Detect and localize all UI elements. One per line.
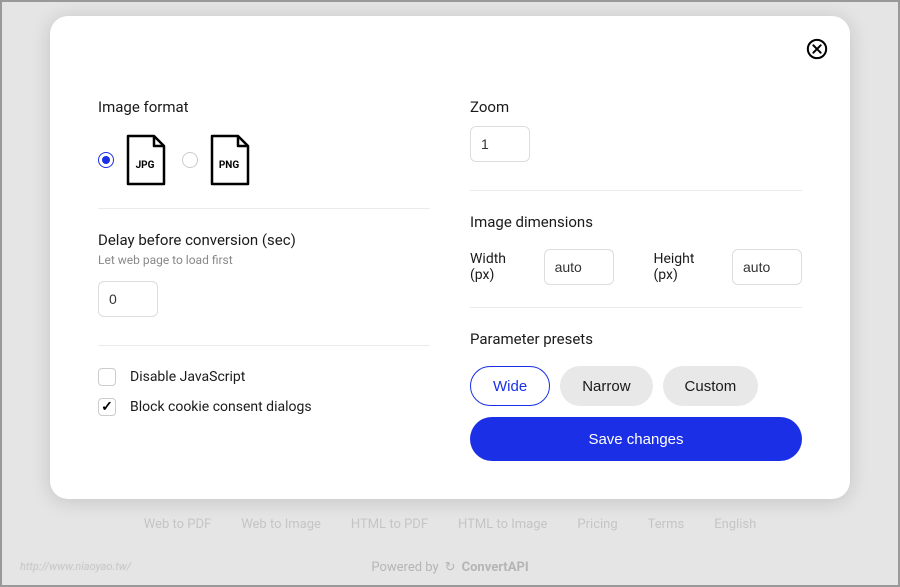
nav-link: Terms: [648, 517, 685, 532]
divider: [470, 190, 802, 191]
nav-link: Pricing: [577, 517, 617, 532]
delay-label: Delay before conversion (sec): [98, 231, 430, 249]
brand-label: ConvertAPI: [462, 560, 529, 575]
file-icon-png: PNG: [208, 134, 250, 186]
delay-input[interactable]: [98, 281, 158, 317]
radio-png[interactable]: [182, 152, 198, 168]
width-label: Width (px): [470, 251, 534, 283]
powered-label: Powered by: [371, 560, 438, 575]
disable-js-checkbox[interactable]: [98, 368, 116, 386]
dimensions-label: Image dimensions: [470, 213, 802, 231]
nav-link: English: [714, 517, 756, 532]
nav-link: Web to PDF: [144, 517, 211, 532]
watermark: http://www.niaoyao.tw/: [20, 560, 131, 573]
preset-custom-button[interactable]: Custom: [663, 366, 759, 406]
presets-label: Parameter presets: [470, 330, 802, 348]
image-format-label: Image format: [98, 98, 430, 116]
format-options: JPG PNG: [98, 134, 430, 186]
block-cookie-row: Block cookie consent dialogs: [98, 398, 430, 416]
preset-row: Wide Narrow Custom: [470, 366, 802, 406]
divider: [98, 208, 430, 209]
refresh-icon: ↻: [445, 560, 456, 575]
height-input[interactable]: [732, 249, 802, 285]
zoom-label: Zoom: [470, 98, 802, 116]
svg-text:JPG: JPG: [136, 160, 155, 171]
powered-by: Powered by ↻ ConvertAPI: [371, 560, 528, 575]
nav-link: HTML to PDF: [351, 517, 428, 532]
close-button[interactable]: [806, 38, 828, 60]
disable-js-label: Disable JavaScript: [130, 369, 245, 385]
block-cookie-label: Block cookie consent dialogs: [130, 399, 312, 415]
settings-modal: Image format JPG PNG Delay befor: [50, 16, 850, 499]
left-column: Image format JPG PNG Delay befor: [98, 56, 430, 461]
zoom-input[interactable]: [470, 126, 530, 162]
width-input[interactable]: [544, 249, 614, 285]
save-button[interactable]: Save changes: [470, 417, 802, 461]
disable-js-row: Disable JavaScript: [98, 368, 430, 386]
divider: [470, 307, 802, 308]
background-footer: Web to PDF Web to Image HTML to PDF HTML…: [0, 507, 900, 587]
close-icon: [806, 38, 828, 60]
nav-link: Web to Image: [241, 517, 321, 532]
svg-text:PNG: PNG: [219, 160, 240, 171]
preset-narrow-button[interactable]: Narrow: [560, 366, 652, 406]
file-icon-jpg: JPG: [124, 134, 166, 186]
delay-hint: Let web page to load first: [98, 253, 430, 267]
block-cookie-checkbox[interactable]: [98, 398, 116, 416]
dimensions-row: Width (px) Height (px): [470, 249, 802, 285]
preset-wide-button[interactable]: Wide: [470, 366, 550, 406]
format-option-png[interactable]: PNG: [182, 134, 250, 186]
format-option-jpg[interactable]: JPG: [98, 134, 166, 186]
radio-jpg[interactable]: [98, 152, 114, 168]
height-label: Height (px): [653, 251, 722, 283]
nav-link: HTML to Image: [458, 517, 547, 532]
right-column: Zoom Image dimensions Width (px) Height …: [470, 56, 802, 461]
divider: [98, 345, 430, 346]
background-nav: Web to PDF Web to Image HTML to PDF HTML…: [144, 517, 757, 532]
